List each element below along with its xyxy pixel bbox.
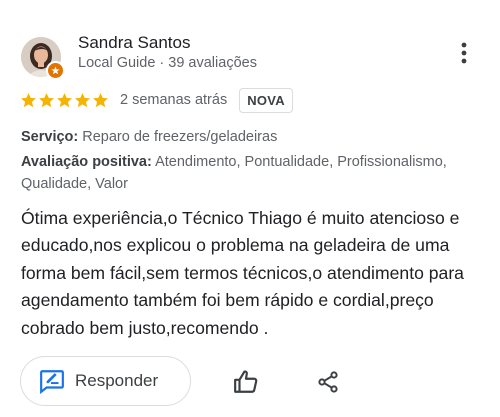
share-button[interactable] — [310, 364, 346, 400]
like-button[interactable] — [228, 364, 264, 400]
service-label: Serviço: — [21, 129, 79, 145]
reply-edit-icon — [40, 370, 64, 394]
positive-label: Avaliação positiva: — [21, 154, 152, 170]
rating-row: 2 semanas atrás NOVA — [20, 86, 293, 114]
review-time: 2 semanas atrás — [120, 92, 228, 108]
avatar[interactable] — [21, 37, 65, 80]
review-text: Ótima experiência,o Técnico Thiago é mui… — [21, 208, 464, 338]
star-icon — [93, 92, 108, 107]
thumbs-up-icon — [234, 370, 258, 393]
new-badge: NOVA — [239, 87, 293, 113]
reviewer-name[interactable]: Sandra Santos — [78, 33, 190, 53]
reviewer-meta: Local Guide · 39 avaliações — [78, 55, 257, 71]
star-icon — [75, 92, 90, 107]
star-icon — [21, 92, 36, 107]
service-attribute: Serviço: Reparo de freezers/geladeiras — [21, 126, 277, 148]
service-value: Reparo de freezers/geladeiras — [82, 129, 278, 145]
positive-attribute: Avaliação positiva: Atendimento, Pontual… — [21, 151, 481, 195]
star-icon — [57, 92, 72, 107]
more-vert-icon — [461, 42, 467, 64]
star-icon — [39, 92, 54, 107]
star-rating — [20, 92, 109, 109]
reply-label: Responder — [75, 371, 159, 390]
reply-button[interactable]: Responder — [20, 356, 191, 406]
local-guide-badge-icon — [46, 61, 65, 80]
more-options-button[interactable] — [450, 38, 478, 68]
share-icon — [318, 371, 338, 393]
